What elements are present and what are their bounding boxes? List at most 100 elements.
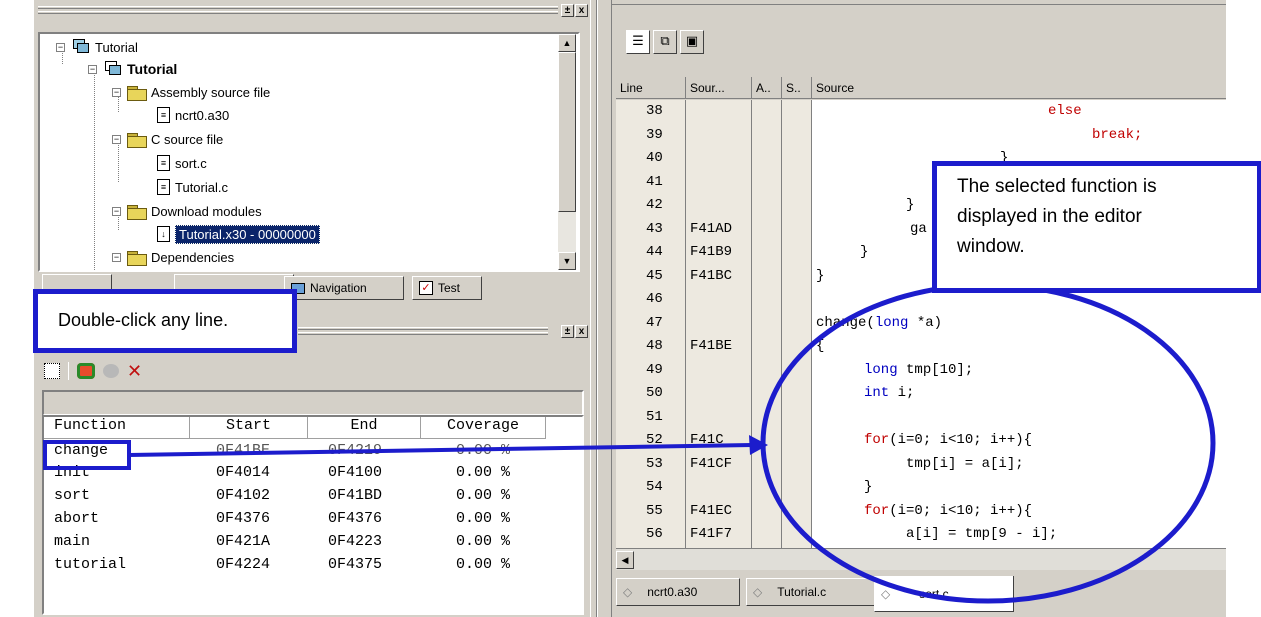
panel-grip[interactable] xyxy=(298,327,548,330)
code-line[interactable]: 55 F41EC for(i=0; i<10; i++){ xyxy=(616,500,1226,524)
source-code: for(i=0; i<10; i++){ xyxy=(864,503,1032,519)
column-header-s[interactable]: S.. xyxy=(782,77,812,99)
collapse-icon[interactable]: − xyxy=(112,134,121,144)
column-header-a[interactable]: A.. xyxy=(752,77,782,99)
line-number: 38 xyxy=(646,103,663,119)
panel-grip[interactable] xyxy=(38,6,558,9)
source-address: F41B9 xyxy=(690,244,733,260)
scroll-thumb[interactable] xyxy=(558,52,576,212)
keyword-token: change xyxy=(816,314,867,331)
tree-view-icon[interactable] xyxy=(44,363,60,379)
scroll-left-button[interactable]: ◀ xyxy=(616,551,634,569)
code-line[interactable]: 51 xyxy=(616,406,1226,430)
column-header-coverage[interactable]: Coverage xyxy=(421,417,546,439)
code-line[interactable]: 52 F41C for(i=0; i<10; i++){ xyxy=(616,429,1226,453)
code-line[interactable]: 53 F41CF tmp[i] = a[i]; xyxy=(616,453,1226,477)
tab-navigation[interactable]: Navigation xyxy=(284,276,404,300)
tree-scrollbar[interactable]: ▲ ▼ xyxy=(558,34,576,270)
code-line[interactable]: 49 long tmp[10]; xyxy=(616,359,1226,383)
column-header-line[interactable]: Line xyxy=(616,77,686,99)
code-line[interactable]: 50 int i; xyxy=(616,382,1226,406)
collapse-icon[interactable]: − xyxy=(56,42,65,52)
function-name: change xyxy=(54,442,109,459)
source-code: } xyxy=(864,479,873,495)
disassembly-mode-icon[interactable]: ▣ xyxy=(680,30,704,54)
code-line[interactable]: 48 F41BE { xyxy=(616,335,1226,359)
splitter-line xyxy=(596,0,598,617)
close-icon[interactable]: x xyxy=(575,4,588,17)
download-file-icon: ↓ xyxy=(157,226,170,242)
code-line[interactable]: 56 F41F7 a[i] = tmp[9 - i]; xyxy=(616,523,1226,547)
collapse-icon[interactable]: − xyxy=(88,64,97,74)
tree-folder-c-source[interactable]: − C source file xyxy=(112,128,223,150)
tree-file-sort[interactable]: ≡ sort.c xyxy=(157,152,207,174)
line-number: 43 xyxy=(646,220,663,237)
panel-grip-2[interactable] xyxy=(298,332,548,335)
column-header-function[interactable]: Function xyxy=(44,417,190,439)
panel-grip-2[interactable] xyxy=(38,11,558,14)
column-header-end[interactable]: End xyxy=(308,417,421,439)
tab-sort-c[interactable]: ◇ sort.c xyxy=(874,576,1014,612)
folder-icon xyxy=(127,132,147,148)
tab-tutorial-c[interactable]: ◇ Tutorial.c xyxy=(746,578,878,606)
end-address: 0F4219 xyxy=(328,442,383,459)
line-number: 49 xyxy=(646,361,663,378)
tab-test[interactable]: ✓ Test xyxy=(412,276,482,300)
scroll-up-button[interactable]: ▲ xyxy=(558,34,576,52)
folder-icon xyxy=(127,204,147,220)
refresh-coverage-icon[interactable] xyxy=(77,363,95,379)
tab-label: Test xyxy=(438,281,461,295)
collapse-icon[interactable]: − xyxy=(112,87,121,97)
callout-text: Double-click any line. xyxy=(58,310,229,330)
editor-hscrollbar[interactable]: ◀ xyxy=(616,548,1226,570)
column-header-source[interactable]: Source xyxy=(812,77,1226,99)
coverage-value: 0.00 % xyxy=(456,556,511,573)
keyword-token: long xyxy=(874,314,909,331)
collapse-icon[interactable]: − xyxy=(112,206,121,216)
clear-coverage-icon[interactable]: ✕ xyxy=(127,362,142,380)
column-header-start[interactable]: Start xyxy=(190,417,308,439)
resize-icon[interactable]: ± xyxy=(561,325,574,338)
tree-folder-assembly[interactable]: − Assembly source file xyxy=(112,81,270,103)
source-address: F41EC xyxy=(690,502,733,519)
vertical-splitter[interactable] xyxy=(590,0,612,617)
tab-ncrt0[interactable]: ◇ ncrt0.a30 xyxy=(616,578,740,606)
resize-icon[interactable]: ± xyxy=(561,4,574,17)
source-address: F41BC xyxy=(690,267,733,284)
source-code: long tmp[10]; xyxy=(864,362,973,378)
tree-file-download-module[interactable]: ↓ Tutorial.x30 - 00000000 xyxy=(157,223,320,245)
mixed-mode-icon[interactable]: ⧉ xyxy=(653,30,677,54)
code-line[interactable]: 54} xyxy=(616,476,1226,500)
code-line[interactable]: 39 break; xyxy=(616,124,1226,148)
tree-file-ncrt0[interactable]: ≡ ncrt0.a30 xyxy=(157,104,229,126)
line-number: 44 xyxy=(646,244,663,260)
column-header-source-address[interactable]: Sour... xyxy=(686,77,752,99)
editor-window: ☰ ⧉ ▣ Line Sour... A.. S.. Source 38 else… xyxy=(612,0,1226,617)
start-address: 0F4224 xyxy=(216,556,271,573)
close-icon[interactable]: x xyxy=(575,325,588,338)
end-address: 0F4223 xyxy=(328,533,383,550)
tree-folder-dependencies[interactable]: − Dependencies xyxy=(112,246,234,268)
start-address: 0F4102 xyxy=(216,487,271,504)
source-code: break; xyxy=(1092,126,1143,143)
collapse-icon[interactable]: − xyxy=(112,252,121,262)
callout-text-line: window. xyxy=(957,236,1025,257)
scroll-down-button[interactable]: ▼ xyxy=(558,252,576,270)
tree-item-subproject[interactable]: − Tutorial xyxy=(88,58,177,80)
tree-item-project[interactable]: − Tutorial xyxy=(56,36,138,58)
source-code: for(i=0; i<10; i++){ xyxy=(864,432,1032,448)
code-line[interactable]: 38 else xyxy=(616,100,1226,124)
test-icon: ✓ xyxy=(419,281,433,295)
source-code: } xyxy=(860,244,869,260)
code-token: i; xyxy=(889,385,915,401)
tree-item-label: Download modules xyxy=(151,203,262,219)
coverage-address-field[interactable] xyxy=(42,390,584,416)
tree-folder-download[interactable]: − Download modules xyxy=(112,200,262,222)
source-address: F41C xyxy=(690,432,724,448)
source-mode-icon[interactable]: ☰ xyxy=(626,30,650,54)
line-number: 45 xyxy=(646,267,663,284)
source-code: a[i] = tmp[9 - i]; xyxy=(906,526,1058,542)
tree-connector xyxy=(94,70,95,270)
code-line[interactable]: 47 change(long *a) xyxy=(616,312,1226,336)
tree-file-tutorial-c[interactable]: ≡ Tutorial.c xyxy=(157,176,228,198)
